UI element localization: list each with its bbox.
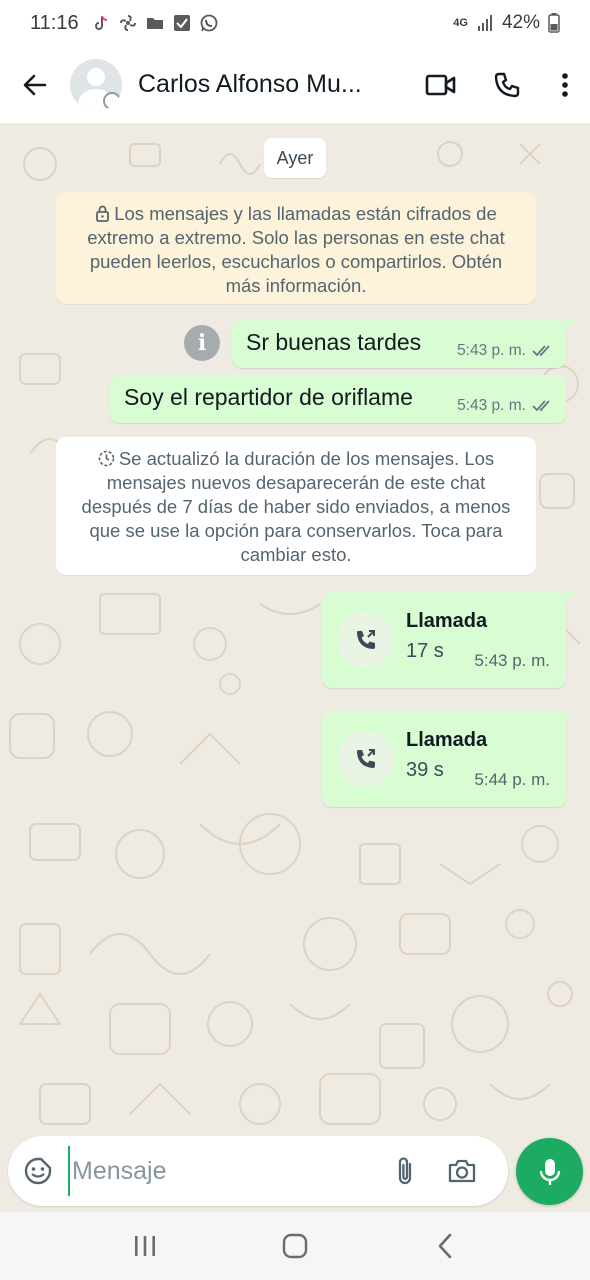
encryption-notice-text: Los mensajes y las llamadas están cifrad… xyxy=(87,203,505,296)
status-bar: 11:16 4G 42% xyxy=(0,0,590,46)
recents-icon xyxy=(135,1236,155,1256)
tiktok-icon xyxy=(94,15,107,30)
composer-pill xyxy=(8,1136,508,1206)
call-time: 5:43 p. m. xyxy=(474,651,550,670)
bubble-tail xyxy=(563,711,575,723)
encryption-notice[interactable]: Los mensajes y las llamadas están cifrad… xyxy=(56,192,536,304)
voice-call-icon xyxy=(494,72,520,97)
call-time: 5:44 p. m. xyxy=(474,770,550,789)
call-title: Llamada xyxy=(406,729,488,751)
header-actions xyxy=(408,46,590,124)
mic-icon xyxy=(539,1158,560,1185)
battery-percent: 42% xyxy=(501,12,540,33)
timer-icon xyxy=(98,450,115,467)
disappearing-messages-notice[interactable]: Se actualizó la duración de los mensajes… xyxy=(56,437,536,575)
call-icon-circle xyxy=(338,731,394,787)
battery-icon xyxy=(548,13,560,33)
info-icon: i xyxy=(197,330,207,356)
lock-icon xyxy=(96,205,110,222)
message-meta: 5:43 p. m. xyxy=(457,397,554,415)
voice-record-button[interactable] xyxy=(516,1138,583,1205)
contact-name[interactable]: Carlos Alfonso Mu... xyxy=(138,70,386,99)
recents-button[interactable] xyxy=(105,1212,185,1280)
avatar-head xyxy=(87,67,105,86)
camera-icon xyxy=(448,1159,476,1183)
status-left: 11:16 xyxy=(30,12,218,35)
message-bubble[interactable]: Soy el repartidor de oriflame 5:43 p. m. xyxy=(110,375,566,423)
info-button[interactable]: i xyxy=(184,325,220,361)
signal-icon xyxy=(477,15,492,31)
chat-header: Carlos Alfonso Mu... xyxy=(0,46,590,124)
double-check-icon xyxy=(532,400,550,412)
message-time: 5:43 p. m. xyxy=(457,342,526,359)
network-type: 4G xyxy=(453,17,468,29)
system-nav-bar xyxy=(0,1212,590,1280)
video-call-icon xyxy=(425,74,456,95)
composer xyxy=(0,1132,590,1212)
home-button[interactable] xyxy=(255,1212,335,1280)
sticker-icon xyxy=(24,1157,52,1185)
nav-back-icon xyxy=(438,1233,452,1259)
disappearing-notice-text: Se actualizó la duración de los mensajes… xyxy=(81,448,511,565)
more-options-button[interactable] xyxy=(540,46,590,124)
outgoing-call-icon xyxy=(357,749,375,768)
home-icon xyxy=(282,1233,308,1259)
back-arrow-icon xyxy=(23,74,47,95)
call-title: Llamada xyxy=(406,610,488,632)
outgoing-call-icon xyxy=(357,630,375,649)
double-check-icon xyxy=(532,345,550,357)
paperclip-icon xyxy=(398,1157,412,1185)
folder-icon xyxy=(146,18,163,29)
chat-area[interactable]: Ayer Los mensajes y las llamadas están c… xyxy=(0,124,590,1212)
video-call-button[interactable] xyxy=(408,46,474,124)
message-meta: 5:43 p. m. xyxy=(457,342,554,360)
checkbox-icon xyxy=(173,15,190,31)
attach-button[interactable] xyxy=(378,1136,432,1206)
call-bubble[interactable]: Llamada 17 s 5:43 p. m. xyxy=(322,592,575,688)
voice-call-button[interactable] xyxy=(474,46,540,124)
more-vert-icon xyxy=(562,72,568,97)
back-button[interactable] xyxy=(0,46,70,124)
status-right: 4G 42% xyxy=(453,12,560,34)
message-time: 5:43 p. m. xyxy=(457,397,526,414)
disappearing-timer-icon xyxy=(103,91,121,110)
message-text: Soy el repartidor de oriflame xyxy=(124,384,413,410)
status-time: 11:16 xyxy=(30,11,79,34)
call-icon-circle xyxy=(338,612,394,668)
date-chip: Ayer xyxy=(264,138,326,178)
bubble-tail xyxy=(563,592,575,604)
whatsapp-icon xyxy=(200,14,217,32)
message-input[interactable] xyxy=(68,1146,368,1196)
message-bubble[interactable]: Sr buenas tardes 5:43 p. m. xyxy=(232,320,575,368)
message-text: Sr buenas tardes xyxy=(246,329,422,355)
sticker-button[interactable] xyxy=(8,1136,68,1206)
fan-icon xyxy=(119,15,136,31)
camera-button[interactable] xyxy=(432,1136,492,1206)
call-duration: 17 s xyxy=(406,640,444,662)
call-bubble[interactable]: Llamada 39 s 5:44 p. m. xyxy=(322,711,575,807)
nav-back-button[interactable] xyxy=(405,1212,485,1280)
bubble-tail xyxy=(563,320,575,332)
avatar[interactable] xyxy=(70,58,122,111)
call-duration: 39 s xyxy=(406,759,444,781)
